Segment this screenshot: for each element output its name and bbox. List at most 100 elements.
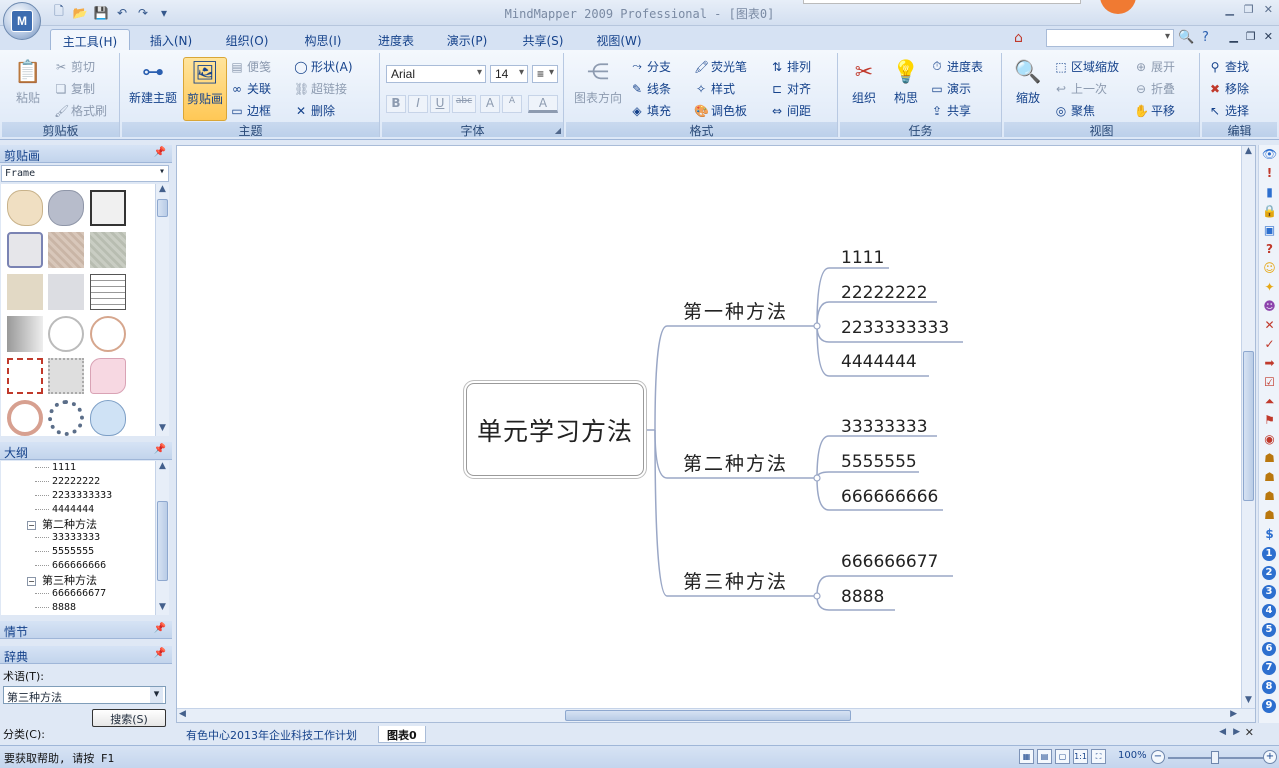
frame-gradient-grey[interactable] <box>7 316 43 352</box>
dictionary-search-button[interactable]: 搜索(S) <box>92 709 166 727</box>
help-icon[interactable]: ? <box>1202 30 1209 45</box>
frame-parchment[interactable] <box>7 274 43 310</box>
tab-share[interactable]: 共享(S) <box>512 29 574 50</box>
outline-item[interactable]: 4444444 <box>35 504 94 515</box>
check-icon[interactable]: ✓ <box>1262 337 1277 352</box>
leaf-topic[interactable]: 2233333333 <box>841 318 949 338</box>
frame-cloud-grey[interactable] <box>48 190 84 226</box>
exclamation-icon[interactable]: ! <box>1262 166 1277 181</box>
share-button[interactable]: ⇪ 共享 <box>930 102 971 119</box>
branch-topic[interactable]: 第三种方法 <box>683 567 788 594</box>
outline-scrollbar[interactable]: ▲ ▼ <box>155 461 169 615</box>
align-button[interactable]: ⊏ 对齐 <box>770 80 811 97</box>
note-button[interactable]: ▤ 便笺 <box>230 58 271 75</box>
doc-restore-icon[interactable]: ❐ <box>1246 30 1256 43</box>
shrink-font-button[interactable]: A <box>502 95 522 113</box>
frame-circle-rose[interactable] <box>7 400 43 436</box>
copy-button[interactable]: ❏ 复制 <box>54 80 95 97</box>
leaf-topic[interactable]: 1111 <box>841 248 884 268</box>
bulb-icon[interactable]: ✦ <box>1262 280 1277 295</box>
eye-icon[interactable]: 👁 <box>1262 147 1277 162</box>
clipart-button[interactable]: 🖼 剪贴画 <box>183 57 227 121</box>
scroll-up-icon[interactable]: ▲ <box>156 461 169 474</box>
frame-notepad[interactable] <box>90 190 126 226</box>
outline-item[interactable]: 2233333333 <box>35 490 112 501</box>
frame-rounded-blue[interactable] <box>7 232 43 268</box>
maximize-icon[interactable]: ❐ <box>1244 3 1254 16</box>
priority-9-icon[interactable]: 9 <box>1262 699 1276 713</box>
branch-topic[interactable]: 第二种方法 <box>683 449 788 476</box>
outline-item[interactable]: 666666666 <box>35 560 106 571</box>
minimize-icon[interactable]: ▁ <box>1225 3 1233 16</box>
scrollbar-thumb[interactable] <box>1243 351 1254 501</box>
view-outline-icon[interactable]: ▤ <box>1037 749 1052 764</box>
bold-button[interactable]: B <box>386 95 406 113</box>
focus-button[interactable]: ◎ 聚焦 <box>1054 102 1095 119</box>
checkbox-icon[interactable]: ☑ <box>1262 375 1277 390</box>
cross-icon[interactable]: ✕ <box>1262 318 1277 333</box>
find-button[interactable]: ⚲ 查找 <box>1208 58 1249 75</box>
spacing-button[interactable]: ⇔ 间距 <box>770 102 811 119</box>
priority-7-icon[interactable]: 7 <box>1262 661 1276 675</box>
frame-oval-copper[interactable] <box>90 316 126 352</box>
zoom-out-icon[interactable]: − <box>1151 750 1165 764</box>
leaf-topic[interactable]: 4444444 <box>841 352 917 372</box>
priority-5-icon[interactable]: 5 <box>1262 623 1276 637</box>
style-button[interactable]: ✧ 样式 <box>694 80 735 97</box>
scrollbar-thumb[interactable] <box>157 199 168 217</box>
clipart-scrollbar[interactable]: ▲ ▼ <box>155 184 169 436</box>
leaf-topic[interactable]: 666666666 <box>841 487 938 507</box>
person-icon[interactable]: ☗ <box>1262 451 1277 466</box>
arrow-right-icon[interactable]: ➡ <box>1262 356 1277 371</box>
remove-button[interactable]: ✖ 移除 <box>1208 80 1249 97</box>
triangle-icon[interactable]: ⏶ <box>1262 394 1277 409</box>
central-topic[interactable]: 单元学习方法 <box>466 383 644 476</box>
person-icon[interactable]: ☗ <box>1262 508 1277 523</box>
scroll-up-icon[interactable]: ▲ <box>156 184 169 197</box>
schedule-button[interactable]: ⏱ 进度表 <box>930 58 983 75</box>
close-icon[interactable]: ✕ <box>1264 3 1273 16</box>
zoom-button[interactable]: 🔍 缩放 <box>1006 57 1050 106</box>
tab-idea[interactable]: 构思(I) <box>292 29 354 50</box>
leaf-topic[interactable]: 5555555 <box>841 452 917 472</box>
strikethrough-button[interactable]: abc <box>452 95 476 113</box>
tab-next-icon[interactable]: ▶ <box>1233 727 1240 737</box>
area-zoom-button[interactable]: ⬚ 区域缩放 <box>1054 58 1119 75</box>
doc-minimize-icon[interactable]: ▁ <box>1229 30 1237 43</box>
scroll-left-icon[interactable]: ◀ <box>179 709 186 719</box>
border-button[interactable]: ▭ 边框 <box>230 102 271 119</box>
line-button[interactable]: ✎ 线条 <box>630 80 671 97</box>
view-100-icon[interactable]: 1:1 <box>1073 749 1088 764</box>
relation-button[interactable]: ∞ 关联 <box>230 80 271 97</box>
arrange-button[interactable]: ⇅ 排列 <box>770 58 811 75</box>
battery-icon[interactable]: ▮ <box>1262 185 1277 200</box>
canvas-horizontal-scrollbar[interactable]: ◀ ▶ <box>177 708 1255 722</box>
frame-plain-grey[interactable] <box>48 274 84 310</box>
tab-view[interactable]: 视图(W) <box>588 29 650 50</box>
face-icon[interactable]: ☻ <box>1262 299 1277 314</box>
question-icon[interactable]: ? <box>1262 242 1277 257</box>
view-normal-icon[interactable]: ▦ <box>1019 749 1034 764</box>
outline-item[interactable]: 1111 <box>35 462 76 473</box>
smile-icon[interactable]: ☺ <box>1262 261 1277 276</box>
zoom-in-icon[interactable]: + <box>1263 750 1277 764</box>
help-search-input[interactable] <box>1046 29 1174 47</box>
frame-oval-silver[interactable] <box>48 316 84 352</box>
grow-font-button[interactable]: A <box>480 95 500 113</box>
leaf-topic[interactable]: 33333333 <box>841 417 928 437</box>
priority-6-icon[interactable]: 6 <box>1262 642 1276 656</box>
outline-item[interactable]: 33333333 <box>35 532 100 543</box>
delete-button[interactable]: ✕ 删除 <box>294 102 335 119</box>
align-select[interactable]: ≡ <box>532 65 558 83</box>
scroll-down-icon[interactable]: ▼ <box>156 423 169 436</box>
pin-icon[interactable]: 📌 <box>154 444 166 455</box>
branch-button[interactable]: ⤳ 分支 <box>630 58 671 75</box>
highlighter-button[interactable]: 🖍 荧光笔 <box>694 58 747 75</box>
term-combobox[interactable]: 第三种方法 <box>3 686 166 704</box>
previous-button[interactable]: ↩ 上一次 <box>1054 80 1107 97</box>
pin-icon[interactable]: 📌 <box>154 623 166 634</box>
frame-sketch-brown[interactable] <box>48 232 84 268</box>
frame-circle-blue[interactable] <box>48 400 84 436</box>
palette-button[interactable]: 🎨 调色板 <box>694 102 747 119</box>
person-icon[interactable]: ☗ <box>1262 489 1277 504</box>
